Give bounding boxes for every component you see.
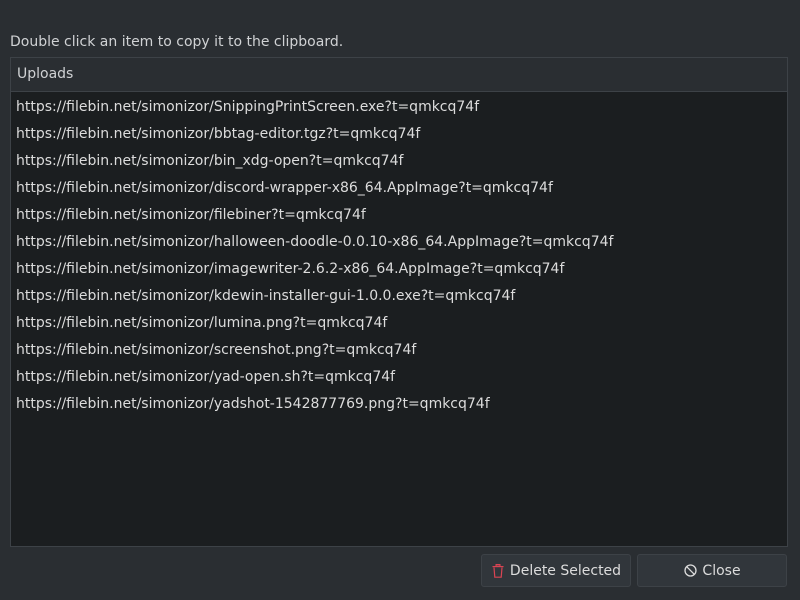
close-label: Close <box>702 562 741 579</box>
list-item[interactable]: https://filebin.net/simonizor/yadshot-15… <box>11 391 787 418</box>
list-item[interactable]: https://filebin.net/simonizor/halloween-… <box>11 229 787 256</box>
list-item[interactable]: https://filebin.net/simonizor/bbtag-edit… <box>11 121 787 148</box>
delete-selected-button[interactable]: Delete Selected <box>481 554 631 587</box>
list-item[interactable]: https://filebin.net/simonizor/bin_xdg-op… <box>11 148 787 175</box>
list-item[interactable]: https://filebin.net/simonizor/lumina.png… <box>11 310 787 337</box>
close-button[interactable]: Close <box>637 554 787 587</box>
list-item[interactable]: https://filebin.net/simonizor/yad-open.s… <box>11 364 787 391</box>
instruction-text: Double click an item to copy it to the c… <box>10 34 344 50</box>
delete-selected-label: Delete Selected <box>509 562 622 579</box>
list-body: https://filebin.net/simonizor/SnippingPr… <box>11 92 787 418</box>
trash-icon <box>491 563 505 578</box>
cancel-icon <box>683 564 697 578</box>
uploads-dialog: Double click an item to copy it to the c… <box>0 0 800 600</box>
list-item[interactable]: https://filebin.net/simonizor/kdewin-ins… <box>11 283 787 310</box>
list-item[interactable]: https://filebin.net/simonizor/filebiner?… <box>11 202 787 229</box>
list-item[interactable]: https://filebin.net/simonizor/discord-wr… <box>11 175 787 202</box>
list-item[interactable]: https://filebin.net/simonizor/SnippingPr… <box>11 94 787 121</box>
list-item[interactable]: https://filebin.net/simonizor/imagewrite… <box>11 256 787 283</box>
list-item[interactable]: https://filebin.net/simonizor/screenshot… <box>11 337 787 364</box>
list-header-uploads[interactable]: Uploads <box>11 58 787 92</box>
uploads-list[interactable]: Uploads https://filebin.net/simonizor/Sn… <box>10 57 788 547</box>
